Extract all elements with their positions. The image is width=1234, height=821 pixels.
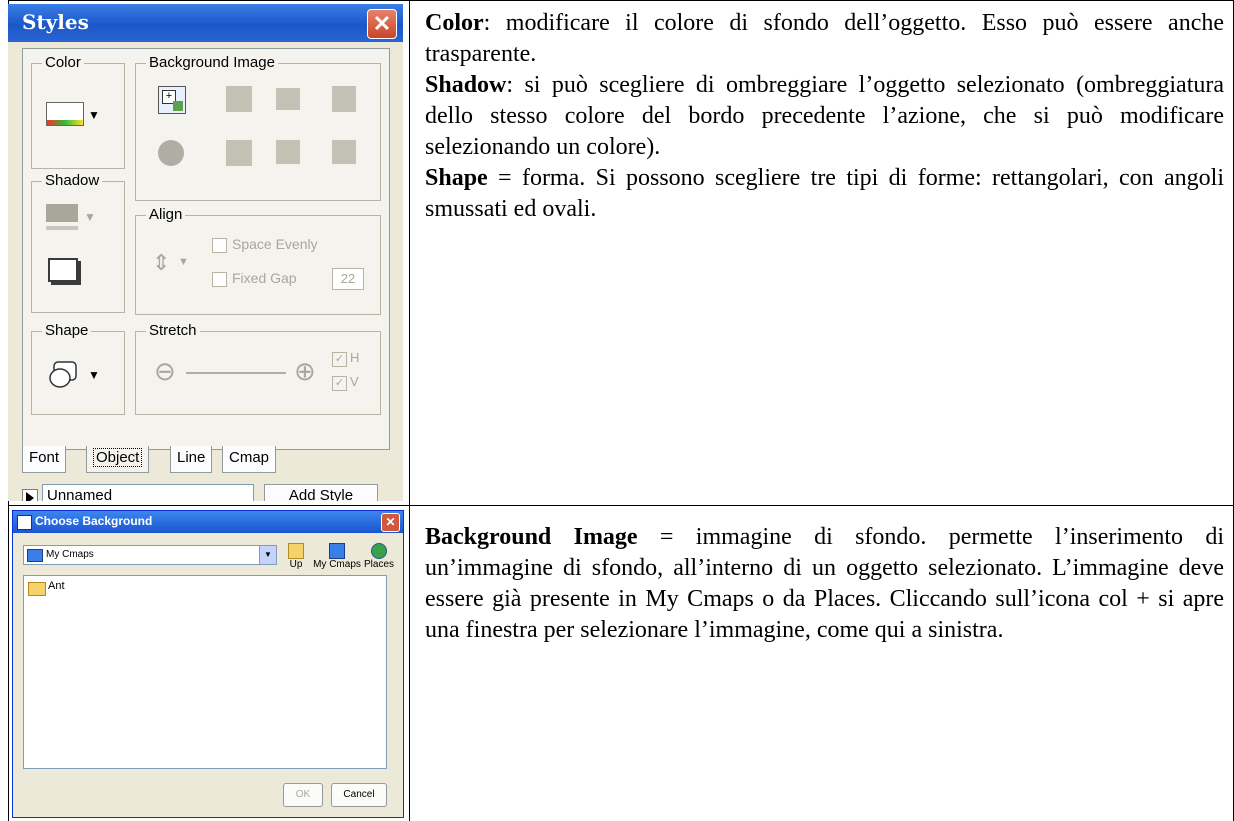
- up-label: Up: [289, 559, 303, 570]
- image-fit-icon: [276, 88, 300, 110]
- color-swatch-bar: [47, 120, 83, 125]
- fill-color-icon[interactable]: [46, 102, 84, 126]
- choose-background-title: Choose Background: [35, 514, 153, 528]
- stretch-group: Stretch ⊖ ⊕ ✓ H ✓ V: [135, 322, 381, 415]
- tab-object[interactable]: Object: [86, 446, 150, 473]
- add-style-button[interactable]: Add Style: [264, 484, 378, 501]
- location-value: My Cmaps: [46, 549, 94, 560]
- tab-object-label: Object: [93, 448, 143, 467]
- tab-line[interactable]: Line: [170, 446, 213, 473]
- color-description: : modificare il colore di sfondo dell’og…: [425, 10, 1224, 67]
- close-button[interactable]: ✕: [367, 9, 397, 39]
- globe-icon: [371, 543, 387, 559]
- chevron-down-icon[interactable]: ▼: [259, 546, 276, 564]
- up-button[interactable]: Up: [281, 543, 311, 570]
- shadow-term: Shadow: [425, 72, 507, 98]
- style-name-input[interactable]: Unnamed: [42, 484, 254, 501]
- space-evenly-label: Space Evenly: [232, 236, 318, 252]
- stretch-h-checkbox: ✓: [332, 352, 347, 367]
- computer-icon: [27, 549, 43, 562]
- list-item[interactable]: Ant: [48, 580, 65, 592]
- shadow-description: : si può scegliere di ombreggiare l’ogge…: [425, 72, 1224, 160]
- align-group: Align ⇕ ▼ Space Evenly Fixed Gap 22: [135, 206, 381, 315]
- image-tile-icon: [226, 86, 252, 112]
- add-background-image-icon[interactable]: +: [158, 86, 186, 114]
- background-image-term: Background Image: [425, 524, 638, 550]
- color-group-label: Color: [42, 54, 84, 71]
- table-row-divider: [8, 505, 1234, 506]
- table-border-top: [8, 0, 1234, 1]
- styles-title-bar: Styles ✕: [8, 4, 403, 42]
- tab-cmap[interactable]: Cmap: [222, 446, 277, 473]
- shape-group-label: Shape: [42, 322, 92, 339]
- shape-description: = forma. Si possono scegliere tre tipi d…: [425, 165, 1224, 222]
- stretch-v-label: V: [350, 374, 359, 389]
- location-select[interactable]: My Cmaps ▼: [23, 545, 277, 565]
- shadow-group-label: Shadow: [42, 172, 103, 189]
- file-list[interactable]: Ant: [23, 575, 387, 769]
- background-image-group: Background Image +: [135, 54, 381, 201]
- fixed-gap-checkbox: [212, 272, 227, 287]
- choose-background-dialog: Choose Background ✕ My Cmaps ▼ Up My Cma…: [12, 510, 404, 818]
- fixed-gap-input: 22: [332, 268, 364, 290]
- image-crop-icon: [332, 140, 356, 164]
- remove-image-icon: [158, 140, 184, 166]
- shadow-color-bar: [46, 226, 78, 230]
- zoom-in-icon: ⊕: [294, 356, 316, 386]
- background-image-paragraph: Background Image = immagine di sfondo. p…: [425, 522, 1224, 646]
- image-stretch-icon: [332, 86, 356, 112]
- stretch-slider: [186, 372, 286, 374]
- background-image-group-label: Background Image: [146, 54, 278, 71]
- space-evenly-checkbox: [212, 238, 227, 253]
- my-cmaps-label: My Cmaps: [313, 559, 361, 570]
- shape-group: Shape ▼: [31, 322, 125, 415]
- folder-icon: [28, 582, 46, 596]
- cancel-button[interactable]: Cancel: [331, 783, 387, 807]
- tab-font[interactable]: Font: [22, 446, 67, 473]
- shadow-color-icon: [46, 204, 78, 222]
- styles-panel: Styles ✕ Color ▼ Shadow ▼ Shape ▼ Backgr…: [8, 4, 403, 501]
- align-icon: ⇕: [152, 250, 171, 275]
- stretch-v-checkbox: ✓: [332, 376, 347, 391]
- shape-paragraph: Shape = forma. Si possono scegliere tre …: [425, 163, 1224, 225]
- table-column-divider: [409, 0, 410, 821]
- shadow-paragraph: Shadow: si può scegliere di ombreggiare …: [425, 70, 1224, 163]
- color-paragraph: Color: modificare il colore di sfondo de…: [425, 8, 1224, 70]
- places-button[interactable]: Places: [361, 543, 397, 570]
- fixed-gap-label: Fixed Gap: [232, 270, 297, 286]
- folder-up-icon: [288, 543, 304, 559]
- color-group: Color ▼: [31, 54, 125, 169]
- image-center-icon: [226, 140, 252, 166]
- shadow-toggle-icon[interactable]: [48, 258, 78, 282]
- places-label: Places: [363, 559, 394, 570]
- chevron-down-icon[interactable]: ▼: [88, 368, 100, 382]
- chevron-down-icon: ▼: [84, 210, 96, 224]
- close-button[interactable]: ✕: [381, 513, 400, 532]
- styles-tabs: Font Object Line Cmap: [22, 446, 388, 476]
- cell-2-text: Background Image = immagine di sfondo. p…: [425, 522, 1224, 646]
- computer-icon: [329, 543, 345, 559]
- shape-term: Shape: [425, 165, 488, 191]
- shape-icon[interactable]: [48, 360, 80, 390]
- chevron-down-icon[interactable]: ▼: [88, 108, 100, 122]
- object-tab-content: Color ▼ Shadow ▼ Shape ▼ Background Imag: [22, 48, 390, 450]
- styles-title: Styles: [22, 10, 89, 34]
- image-position-icon: [276, 140, 300, 164]
- ok-button: OK: [283, 783, 323, 807]
- choose-background-title-bar: Choose Background ✕: [13, 511, 403, 533]
- stretch-h-label: H: [350, 350, 360, 365]
- shadow-group: Shadow ▼: [31, 172, 125, 313]
- zoom-out-icon: ⊖: [154, 356, 176, 386]
- stretch-group-label: Stretch: [146, 322, 200, 339]
- app-icon: [17, 515, 32, 530]
- align-group-label: Align: [146, 206, 186, 223]
- cell-1-text: Color: modificare il colore di sfondo de…: [425, 8, 1224, 225]
- play-arrow-icon[interactable]: [22, 489, 38, 501]
- my-cmaps-button[interactable]: My Cmaps: [311, 543, 363, 570]
- chevron-down-icon: ▼: [178, 256, 189, 268]
- color-term: Color: [425, 10, 484, 36]
- image-icon: [173, 101, 183, 111]
